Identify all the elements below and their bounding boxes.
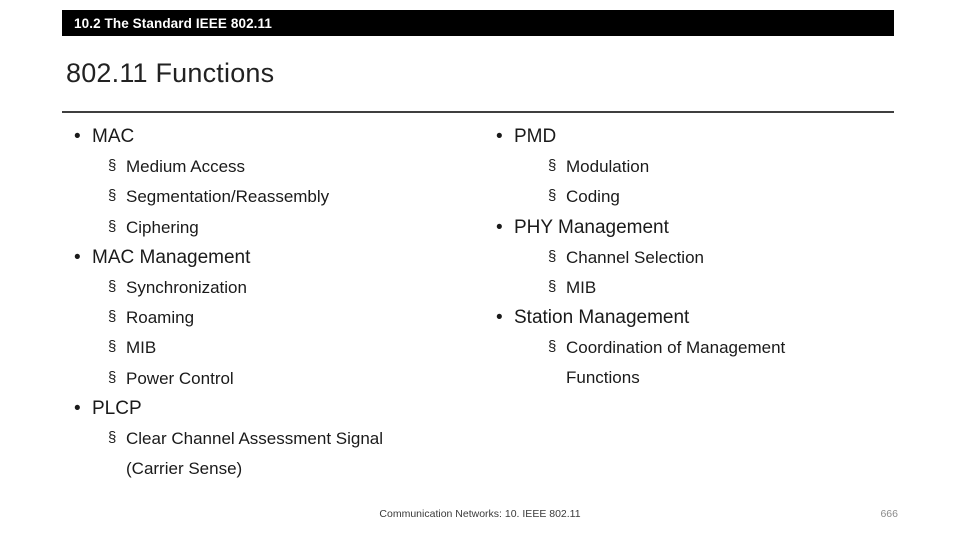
list-item: § Synchronization (92, 273, 482, 303)
list-item: • MAC Management § Synchronization § Roa… (62, 243, 482, 394)
square-bullet-icon: § (108, 277, 117, 295)
round-bullet-icon: • (496, 126, 503, 147)
list-item: • Station Management § Coordination of M… (482, 303, 894, 394)
list-item-label: MAC Management (92, 246, 251, 268)
sub-list: § Synchronization § Roaming § MIB § Powe… (92, 273, 482, 394)
list-item-label: Medium Access (126, 157, 246, 177)
list-item: § MIB (514, 273, 894, 303)
list-item-label: MIB (566, 277, 597, 297)
list-item-label: PLCP (92, 397, 142, 419)
list-item-label: Segmentation/Reassembly (126, 187, 330, 207)
list-item: § Coordination of Management Functions (514, 333, 894, 394)
list-item-label-continued: Functions (566, 368, 640, 388)
square-bullet-icon: § (548, 247, 557, 265)
page-number: 666 (880, 508, 898, 520)
list-item: § Coding (514, 182, 894, 212)
footer-text: Communication Networks: 10. IEEE 802.11 (379, 508, 581, 520)
sub-list: § Modulation § Coding (514, 152, 894, 213)
round-bullet-icon: • (496, 307, 503, 329)
list-item-label: Clear Channel Assessment Signal (126, 428, 384, 448)
section-header-label: 10.2 The Standard IEEE 802.11 (74, 15, 272, 31)
square-bullet-icon: § (108, 428, 117, 446)
list-item: § Medium Access (92, 152, 482, 182)
list-item: § Channel Selection (514, 243, 894, 273)
list-item-label: Coordination of Management (566, 338, 786, 358)
list-item: § Modulation (514, 152, 894, 182)
square-bullet-icon: § (548, 338, 557, 356)
list-item-label: Channel Selection (566, 247, 704, 267)
list-item: § MIB (92, 333, 482, 363)
sub-list: § Coordination of Management Functions (514, 333, 894, 394)
list-item-label: Station Management (514, 307, 690, 329)
list-item-label: Coding (566, 187, 620, 207)
list-item: • PHY Management § Channel Selection § M… (482, 213, 894, 304)
list-item-label: PHY Management (514, 216, 669, 238)
slide: 10.2 The Standard IEEE 802.11 802.11 Fun… (0, 0, 960, 540)
list-item: § Segmentation/Reassembly (92, 182, 482, 212)
square-bullet-icon: § (108, 217, 117, 235)
section-header-bar: 10.2 The Standard IEEE 802.11 (62, 10, 894, 36)
list-item-label: MIB (126, 338, 157, 358)
content-area: • MAC § Medium Access § Segmentation/Rea… (62, 122, 894, 492)
page-title: 802.11 Functions (66, 58, 275, 88)
list-item-label: Synchronization (126, 277, 247, 297)
round-bullet-icon: • (74, 397, 81, 419)
round-bullet-icon: • (74, 126, 81, 147)
list-item-label-continued: (Carrier Sense) (126, 459, 243, 479)
list-item-label: Modulation (566, 157, 650, 177)
square-bullet-icon: § (108, 338, 117, 356)
square-bullet-icon: § (108, 187, 117, 205)
list-item: • PLCP § Clear Channel Assessment Signal… (62, 394, 482, 485)
right-bullet-list: • PMD § Modulation § Coding • PHY Manage… (482, 122, 894, 394)
list-item-label: Roaming (126, 308, 195, 328)
square-bullet-icon: § (108, 368, 117, 386)
list-item-label: Power Control (126, 368, 234, 388)
list-item: § Power Control (92, 364, 482, 394)
list-item-label: PMD (514, 126, 557, 147)
list-item-label: MAC (92, 126, 135, 147)
right-column: • PMD § Modulation § Coding • PHY Manage… (482, 122, 894, 394)
round-bullet-icon: • (74, 246, 81, 268)
sub-list: § Medium Access § Segmentation/Reassembl… (92, 152, 482, 243)
square-bullet-icon: § (548, 157, 557, 175)
round-bullet-icon: • (496, 216, 503, 238)
square-bullet-icon: § (108, 157, 117, 175)
square-bullet-icon: § (548, 187, 557, 205)
left-column: • MAC § Medium Access § Segmentation/Rea… (62, 122, 482, 484)
square-bullet-icon: § (548, 277, 557, 295)
sub-list: § Clear Channel Assessment Signal (Carri… (92, 424, 482, 485)
square-bullet-icon: § (108, 308, 117, 326)
list-item: § Ciphering (92, 213, 482, 243)
list-item: § Roaming (92, 303, 482, 333)
sub-list: § Channel Selection § MIB (514, 243, 894, 304)
left-bullet-list: • MAC § Medium Access § Segmentation/Rea… (62, 122, 482, 484)
list-item: • PMD § Modulation § Coding (482, 122, 894, 213)
list-item: § Clear Channel Assessment Signal (Carri… (92, 424, 482, 485)
list-item: • MAC § Medium Access § Segmentation/Rea… (62, 122, 482, 243)
title-divider (62, 111, 894, 113)
list-item-label: Ciphering (126, 217, 199, 237)
